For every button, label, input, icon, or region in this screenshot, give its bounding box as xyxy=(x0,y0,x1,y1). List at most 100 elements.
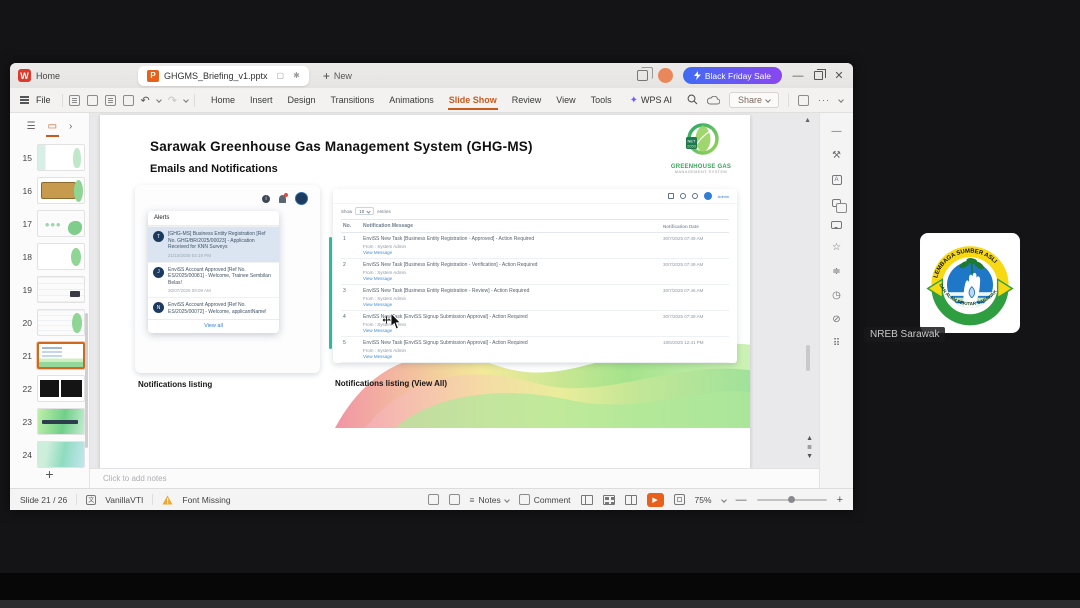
menu-item-transitions[interactable]: Transitions xyxy=(330,92,376,108)
row-number: 5 xyxy=(341,336,361,363)
redo-icon[interactable]: ↷ xyxy=(168,94,177,107)
alerts-dropdown: Alerts T [GHG-MS] Business Entity Regist… xyxy=(148,211,279,333)
spellcheck-icon[interactable] xyxy=(427,494,439,505)
video-conference-stage: W Home P GHGMS_Briefing_v1.pptx ▢ ✱ + Ne… xyxy=(0,0,1080,608)
outline-view-icon[interactable]: ☰ xyxy=(27,121,36,132)
settings-sliders-icon[interactable]: ≑ xyxy=(832,267,840,277)
normal-view-icon[interactable] xyxy=(580,494,593,505)
panel-collapse-icon[interactable]: › xyxy=(69,121,72,132)
undo-icon[interactable]: ↶ xyxy=(141,94,150,107)
participant-video-tile[interactable]: LEMBAGA SUMBER ASLI DAN ALAM SEKITAR SAR… xyxy=(916,231,1024,335)
thumbnail-number: 16 xyxy=(22,185,32,196)
search-icon[interactable] xyxy=(687,94,698,107)
collapse-sidebar-icon[interactable]: — xyxy=(832,127,842,137)
menu-item-animations[interactable]: Animations xyxy=(388,92,435,108)
apps-grid-icon[interactable]: ⠿ xyxy=(833,339,840,349)
notes-toggle[interactable]: ≡ Notes xyxy=(470,495,510,505)
menu-item-slide-show[interactable]: Slide Show xyxy=(447,92,498,110)
bottom-black-band xyxy=(0,573,1080,600)
slide-thumbnail[interactable]: 23 xyxy=(10,405,89,438)
restore-button[interactable] xyxy=(814,69,826,80)
fit-slide-icon[interactable] xyxy=(673,494,685,505)
slide-21[interactable]: Sarawak Greenhouse Gas Management System… xyxy=(100,115,750,470)
zoom-slider[interactable] xyxy=(756,496,827,503)
zoom-slider-knob[interactable] xyxy=(788,496,796,503)
translate-icon[interactable]: A xyxy=(831,175,842,185)
cloud-sync-icon[interactable] xyxy=(706,95,720,105)
thumbnail-preview xyxy=(37,276,85,303)
minimize-button[interactable]: — xyxy=(792,70,804,82)
slide-view-icon[interactable]: ▭ xyxy=(45,121,60,137)
window-manager-icon[interactable] xyxy=(636,67,653,81)
slide-thumbnail[interactable]: 17 xyxy=(10,207,89,240)
menu-item-tools[interactable]: Tools xyxy=(590,92,613,108)
print-icon[interactable] xyxy=(104,94,116,106)
new-tab-button[interactable]: + New xyxy=(323,69,352,83)
handout-icon[interactable] xyxy=(448,494,460,505)
menu-item-home[interactable]: Home xyxy=(210,92,236,108)
menu-item-design[interactable]: Design xyxy=(286,92,316,108)
menu-item-view[interactable]: View xyxy=(555,92,576,108)
comment-panel-icon[interactable] xyxy=(831,221,842,229)
new-tab-label: New xyxy=(333,70,352,81)
menu-item-review[interactable]: Review xyxy=(511,92,543,108)
comment-button[interactable]: Comment xyxy=(518,494,571,505)
canvas-scrollbar[interactable] xyxy=(806,345,810,371)
zoom-level[interactable]: 75% xyxy=(695,495,712,505)
close-button[interactable]: ✕ xyxy=(833,69,845,82)
language-label[interactable]: VanillaVTI xyxy=(105,495,143,505)
help-circle-icon[interactable]: ⊘ xyxy=(832,315,840,325)
slide-sorter-icon[interactable] xyxy=(602,494,615,505)
file-menu[interactable]: File xyxy=(36,95,51,105)
warning-icon xyxy=(162,495,173,504)
account-avatar[interactable] xyxy=(657,68,673,83)
slide-thumbnail[interactable]: 22 xyxy=(10,372,89,405)
slide-thumbnail[interactable]: 18 xyxy=(10,240,89,273)
notes-pane[interactable]: Click to add notes xyxy=(90,468,819,488)
history-clock-icon[interactable]: ◷ xyxy=(832,291,841,301)
notification-from: From : System Admin xyxy=(363,321,407,327)
slide-nav-icon[interactable]: ≣ xyxy=(807,444,812,451)
menu-item-insert[interactable]: Insert xyxy=(249,92,274,108)
black-friday-sale-button[interactable]: Black Friday Sale xyxy=(682,67,782,84)
slide-thumbnail[interactable]: 16 xyxy=(10,174,89,207)
share-button[interactable]: Share xyxy=(728,92,779,108)
zoom-dropdown-icon[interactable] xyxy=(720,496,727,503)
print-preview-icon[interactable] xyxy=(122,94,134,106)
scroll-up-icon[interactable]: ▲ xyxy=(804,117,811,124)
font-missing-label[interactable]: Font Missing xyxy=(182,495,230,505)
next-slide-icon[interactable]: ▼ xyxy=(806,453,813,460)
wps-ai-button[interactable]: ✦ WPS AI xyxy=(630,95,672,106)
collapse-ribbon-icon[interactable] xyxy=(838,97,844,103)
undo-dropdown-icon[interactable] xyxy=(155,97,162,103)
slide-thumbnail[interactable]: 20 xyxy=(10,306,89,339)
thumbnail-number: 23 xyxy=(22,416,32,427)
tab-document[interactable]: P GHGMS_Briefing_v1.pptx ▢ ✱ xyxy=(138,65,309,86)
view-message-link: View Message xyxy=(363,276,393,281)
alert-avatar: J xyxy=(153,266,164,278)
slide-thumbnail[interactable]: 19 xyxy=(10,273,89,306)
thumbnail-scrollbar[interactable] xyxy=(85,313,88,448)
slideshow-play-button[interactable]: ▶ xyxy=(646,492,664,507)
task-window-icon[interactable] xyxy=(798,94,809,106)
more-options-icon[interactable]: ··· xyxy=(818,95,830,105)
slide-thumbnail[interactable]: 15 xyxy=(10,141,89,174)
alert-avatar: T xyxy=(153,231,164,242)
notification-message: EnviSS New Task [Business Entity Registr… xyxy=(363,236,535,242)
shapes-icon[interactable] xyxy=(832,199,847,213)
export-icon[interactable] xyxy=(86,94,98,106)
svg-text:2050: 2050 xyxy=(687,144,697,149)
zoom-out-button[interactable]: — xyxy=(736,494,747,506)
add-slide-button[interactable]: + xyxy=(10,466,89,482)
qa-more-icon[interactable] xyxy=(183,97,189,103)
tab-home[interactable]: W Home xyxy=(18,69,138,82)
favorites-star-icon[interactable]: ☆ xyxy=(832,243,841,253)
reading-view-icon[interactable] xyxy=(624,494,637,505)
zoom-in-button[interactable]: + xyxy=(837,494,843,506)
slide-thumbnail[interactable]: 21 xyxy=(10,339,89,372)
alert-text: EnviSS Account Approved [Ref No. ES/2025… xyxy=(168,302,267,315)
previous-slide-icon[interactable]: ▲ xyxy=(806,435,813,442)
tools-icon[interactable]: ⚒ xyxy=(832,151,841,161)
save-icon[interactable] xyxy=(68,94,80,106)
lightning-icon xyxy=(693,71,701,80)
